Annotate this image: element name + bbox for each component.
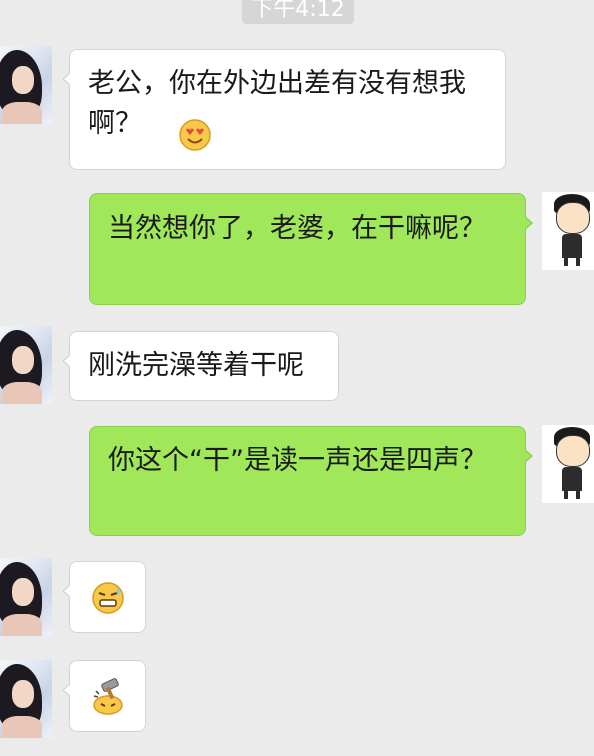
chat-bubble-outgoing[interactable]: 你这个“干”是读一声还是四声？ (89, 426, 533, 536)
sender-avatar-her[interactable] (0, 558, 52, 636)
chat-bubble-incoming[interactable]: 老公，你在外边出差有没有想我啊？ (62, 49, 506, 170)
message-timestamp: 下午4:12 (242, 0, 354, 24)
heart-eyes-emoji-icon (178, 118, 212, 164)
message-text: 老公，你在外边出差有没有想我啊？ (88, 68, 466, 139)
hammer-knock-emoji-icon (88, 677, 128, 729)
grimace-emoji-icon (90, 580, 126, 628)
sender-avatar-him[interactable] (542, 425, 594, 503)
message-text: 刚洗完澡等着干呢 (88, 350, 304, 381)
sender-avatar-her[interactable] (0, 326, 52, 404)
chat-bubble-outgoing[interactable]: 当然想你了，老婆，在干嘛呢？ (89, 193, 533, 305)
message-text: 当然想你了，老婆，在干嘛呢？ (108, 213, 486, 244)
chat-bubble-incoming[interactable] (62, 660, 146, 732)
sender-avatar-her[interactable] (0, 46, 52, 124)
sender-avatar-her[interactable] (0, 660, 52, 738)
sender-avatar-him[interactable] (542, 192, 594, 270)
chat-bubble-incoming[interactable] (62, 561, 146, 633)
message-text: 你这个“干”是读一声还是四声？ (108, 445, 487, 476)
chat-bubble-incoming[interactable]: 刚洗完澡等着干呢 (62, 331, 339, 401)
